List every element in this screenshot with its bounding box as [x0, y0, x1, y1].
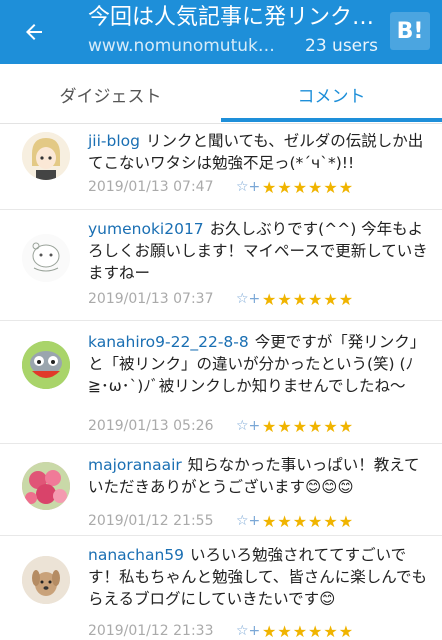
comment-user[interactable]: yumenoki2017 [88, 220, 204, 238]
comment-item[interactable]: kanahiro9-22_22-8-8 今更ですが「発リンク」と「被リンク」の違い… [0, 321, 442, 444]
comment-text: majoranaair 知らなかった事いっぱい！教えていただきありがとうございます… [88, 454, 428, 498]
comment-item[interactable]: yumenoki2017 お久しぶりです(^^) 今年もよろしくお願いします！マイ… [0, 210, 442, 321]
avatar[interactable] [22, 462, 70, 510]
comment-text: yumenoki2017 お久しぶりです(^^) 今年もよろしくお願いします！マイ… [88, 218, 428, 284]
comment-text: kanahiro9-22_22-8-8 今更ですが「発リンク」と「被リンク」の違い… [88, 331, 428, 397]
star-rating[interactable]: ★★★★★★ [262, 417, 354, 436]
comment-user[interactable]: jii-blog [88, 132, 140, 150]
user-count: 23 users [305, 36, 378, 56]
comment-date: 2019/01/13 05:26 [88, 418, 214, 434]
comment-date: 2019/01/13 07:37 [88, 291, 214, 307]
comment-date: 2019/01/12 21:33 [88, 623, 214, 639]
comment-meta: 2019/01/13 05:26 ☆+ ★★★★★★ [88, 415, 428, 437]
avatar[interactable] [22, 556, 70, 604]
comment-date: 2019/01/13 07:47 [88, 179, 214, 195]
comment-item[interactable]: nanachan59 いろいろ勉強されててすごいです！私もちゃんと勉強して、皆さん… [0, 536, 442, 640]
app-bar: 今回は人気記事に発リンク… www.nomunomutuk… 23 users … [0, 0, 442, 64]
tab-comments[interactable]: コメント [221, 64, 442, 124]
add-star-icon[interactable]: ☆+ [236, 291, 262, 307]
avatar[interactable] [22, 234, 70, 282]
add-star-icon[interactable]: ☆+ [236, 513, 262, 529]
avatar[interactable] [22, 341, 70, 389]
star-rating[interactable]: ★★★★★★ [262, 178, 354, 197]
arrow-left-icon [26, 24, 42, 40]
comment-meta: 2019/01/13 07:37 ☆+ ★★★★★★ [88, 288, 428, 310]
page-url: www.nomunomutuk… [88, 36, 275, 56]
comment-meta: 2019/01/12 21:33 ☆+ ★★★★★★ [88, 620, 428, 640]
avatar[interactable] [22, 132, 70, 180]
comment-item[interactable]: jii-blog リンクと聞いても、ゼルダの伝説しか出てこないワタシは勉強不足っ(… [0, 124, 442, 210]
page-subtitle: www.nomunomutuk… 23 users [88, 34, 378, 58]
comment-text: nanachan59 いろいろ勉強されててすごいです！私もちゃんと勉強して、皆さん… [88, 544, 428, 610]
star-rating[interactable]: ★★★★★★ [262, 622, 354, 640]
star-rating[interactable]: ★★★★★★ [262, 512, 354, 531]
tab-digest[interactable]: ダイジェスト [0, 64, 221, 124]
comment-item[interactable]: majoranaair 知らなかった事いっぱい！教えていただきありがとうございます… [0, 444, 442, 536]
star-rating[interactable]: ★★★★★★ [262, 290, 354, 309]
tab-indicator [221, 118, 442, 122]
comment-user[interactable]: majoranaair [88, 456, 182, 474]
comment-text: jii-blog リンクと聞いても、ゼルダの伝説しか出てこないワタシは勉強不足っ(… [88, 130, 428, 174]
back-button[interactable] [14, 14, 54, 50]
tab-bar: ダイジェスト コメント [0, 64, 442, 124]
comment-date: 2019/01/12 21:55 [88, 513, 214, 529]
page-title: 今回は人気記事に発リンク… [88, 5, 375, 30]
add-star-icon[interactable]: ☆+ [236, 418, 262, 434]
comment-user[interactable]: kanahiro9-22_22-8-8 [88, 333, 249, 351]
comment-user[interactable]: nanachan59 [88, 546, 184, 564]
add-star-icon[interactable]: ☆+ [236, 623, 262, 639]
comment-meta: 2019/01/13 07:47 ☆+ ★★★★★★ [88, 176, 428, 198]
add-star-icon[interactable]: ☆+ [236, 179, 262, 195]
comment-meta: 2019/01/12 21:55 ☆+ ★★★★★★ [88, 510, 428, 532]
hatena-bookmark-button[interactable]: B! [390, 12, 430, 50]
